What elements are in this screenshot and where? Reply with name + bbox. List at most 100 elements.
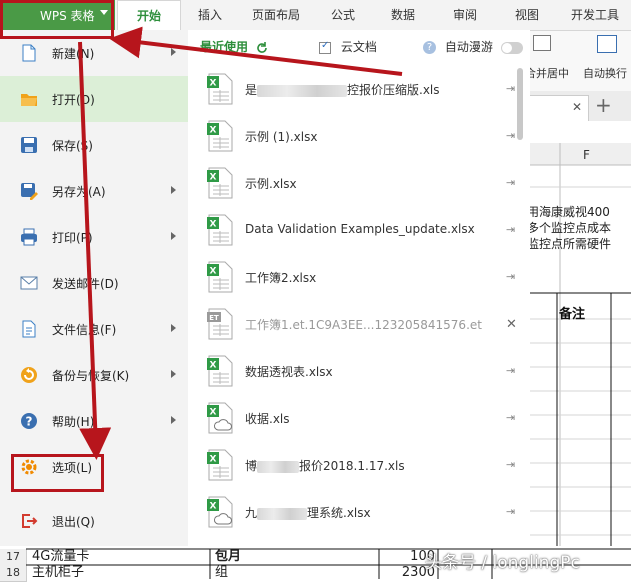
cloud-doc-toggle[interactable]: ✓ 云文档 [319, 38, 377, 55]
chevron-right-icon [171, 370, 176, 378]
pin-icon[interactable]: ⇥ [506, 458, 515, 471]
excel-file-icon: X [207, 355, 233, 387]
recent-file-name: 博 报价2018.1.17.xls [245, 457, 405, 474]
save-as-icon [21, 183, 38, 200]
merge-center-button[interactable]: 合并居中 [525, 65, 569, 81]
recent-file-item[interactable]: X 收据.xls ⇥ [188, 394, 530, 441]
file-name-prefix: 博 [245, 459, 258, 473]
svg-text:X: X [210, 173, 217, 183]
ribbon-body: 合并居中 自动换行 [525, 31, 631, 91]
tab-developer[interactable]: 开发工具 [562, 0, 628, 30]
auto-wrap-button[interactable]: 自动换行 [583, 65, 627, 81]
excel-file-icon: X [207, 214, 233, 246]
pin-icon[interactable]: ⇥ [506, 411, 515, 424]
merge-center-label: 合并居中 [525, 67, 569, 80]
save-icon [21, 137, 37, 153]
recent-file-item[interactable]: X 九 理系统.xlsx ⇥ [188, 488, 530, 535]
tab-home[interactable]: 开始 [117, 0, 181, 32]
menu-item-label: 新建(N) [52, 47, 95, 61]
cloud-excel-file-icon: X [207, 496, 233, 528]
chevron-right-icon [171, 232, 176, 240]
pin-icon[interactable]: ⇥ [506, 129, 515, 142]
checkbox[interactable]: ✓ [319, 40, 331, 54]
note-text-line2: 多个监控点成本 [527, 221, 612, 235]
cell-unit[interactable]: 包月 [215, 549, 241, 565]
svg-text:X: X [210, 220, 217, 230]
excel-file-icon: X [207, 449, 233, 481]
file-name-text: 控报价压缩版.xls [347, 83, 440, 97]
remarks-header: 备注 [559, 307, 586, 322]
menu-item-exit[interactable]: 退出(Q) [0, 498, 188, 544]
file-name-text: 数据透视表.xlsx [245, 365, 333, 379]
menu-item-print[interactable]: 打印(P) [0, 214, 188, 260]
tab-view[interactable]: 视图 [502, 0, 552, 30]
recent-title-label: 最近使用 [200, 40, 249, 54]
file-name-text: Data Validation Examples_update.xlsx [245, 222, 475, 236]
tab-formulas[interactable]: 公式 [318, 0, 368, 30]
svg-text:X: X [210, 79, 217, 89]
chevron-right-icon [171, 416, 176, 424]
tab-insert[interactable]: 插入 [184, 0, 236, 30]
tab-page-layout[interactable]: 页面布局 [240, 0, 312, 30]
spreadsheet-bottom-rows: 17 18 4G流量卡 包月 100 主机柜子 组 2300 头条号 / lon… [0, 546, 631, 582]
watermark: 头条号 / longlingPc [425, 553, 580, 573]
chevron-right-icon [171, 324, 176, 332]
pin-icon[interactable]: ⇥ [506, 505, 515, 518]
grid-lines [525, 143, 631, 579]
tab-review[interactable]: 审阅 [440, 0, 490, 30]
new-file-icon [22, 44, 36, 62]
auto-roam-toggle[interactable]: ? 自动漫游 [423, 38, 523, 55]
menu-item-backup-restore[interactable]: 备份与恢复(K) [0, 352, 188, 398]
menu-item-label: 打印(P) [52, 231, 93, 245]
close-icon[interactable]: ✕ [572, 100, 582, 114]
recent-file-name: 收据.xls [245, 410, 290, 427]
svg-text:ET: ET [209, 314, 219, 322]
pin-icon[interactable]: ⇥ [506, 176, 515, 189]
file-name-text: 示例.xlsx [245, 177, 297, 191]
menu-item-open[interactable]: 打开(O) [0, 76, 188, 122]
recent-file-name: 九 理系统.xlsx [245, 504, 371, 521]
recent-file-item[interactable]: X 是 控报价压缩版.xls ⇥ [188, 65, 530, 112]
file-name-text: 报价2018.1.17.xls [299, 459, 405, 473]
recent-file-item[interactable]: X 示例.xlsx ⇥ [188, 159, 530, 206]
pin-icon[interactable]: ⇥ [506, 223, 515, 236]
recent-file-item[interactable]: X 工作簿2.xlsx ⇥ [188, 253, 530, 300]
menu-item-send-email[interactable]: 发送邮件(D) [0, 260, 188, 306]
menu-item-file-info[interactable]: 文件信息(F) [0, 306, 188, 352]
recent-file-item[interactable]: X 博 报价2018.1.17.xls ⇥ [188, 441, 530, 488]
recent-file-item[interactable]: X 示例 (1).xlsx ⇥ [188, 112, 530, 159]
column-header-f[interactable]: F [583, 148, 590, 162]
help-icon: ? [21, 413, 37, 429]
exit-icon [22, 514, 38, 528]
auto-wrap-label: 自动换行 [583, 67, 627, 80]
menu-item-save[interactable]: 保存(S) [0, 122, 188, 168]
menu-item-save-as[interactable]: 另存为(A) [0, 168, 188, 214]
recent-title: 最近使用 [200, 38, 268, 55]
file-name-text: 示例 (1).xlsx [245, 130, 318, 144]
auto-roam-label: 自动漫游 [444, 40, 493, 54]
menu-item-label: 另存为(A) [52, 185, 106, 199]
cell-item[interactable]: 4G流量卡 [32, 549, 89, 565]
recent-file-item[interactable]: X Data Validation Examples_update.xlsx ⇥ [188, 206, 530, 253]
spreadsheet-grid[interactable]: F 用海康威视400 多个监控点成本 监控点所需硬件 备注 [525, 121, 631, 579]
pin-icon[interactable]: ⇥ [506, 364, 515, 377]
recent-file-name: 示例 (1).xlsx [245, 128, 317, 145]
mail-icon [20, 276, 38, 290]
refresh-icon[interactable] [256, 41, 268, 54]
document-tab[interactable]: ✕ [525, 95, 589, 122]
recent-file-item[interactable]: X 数据透视表.xlsx ⇥ [188, 347, 530, 394]
recent-file-name: 工作簿2.xlsx [245, 269, 316, 286]
pin-icon[interactable]: ⇥ [506, 270, 515, 283]
tab-data[interactable]: 数据 [378, 0, 428, 30]
close-icon[interactable]: ✕ [506, 317, 517, 332]
add-tab-icon[interactable]: + [595, 93, 612, 117]
menu-item-help[interactable]: ? 帮助(H) [0, 398, 188, 444]
pin-icon[interactable]: ⇥ [506, 82, 515, 95]
redacted-text [257, 84, 348, 97]
recent-file-name: Data Validation Examples_update.xlsx [245, 222, 475, 236]
recent-file-item[interactable]: ET 工作簿1.et.1C9A3EE...123205841576.et ✕ [188, 300, 530, 347]
switch[interactable] [500, 41, 523, 54]
svg-text:?: ? [26, 415, 33, 429]
menu-item-label: 备份与恢复(K) [52, 369, 130, 383]
file-name-prefix: 是 [245, 83, 258, 97]
